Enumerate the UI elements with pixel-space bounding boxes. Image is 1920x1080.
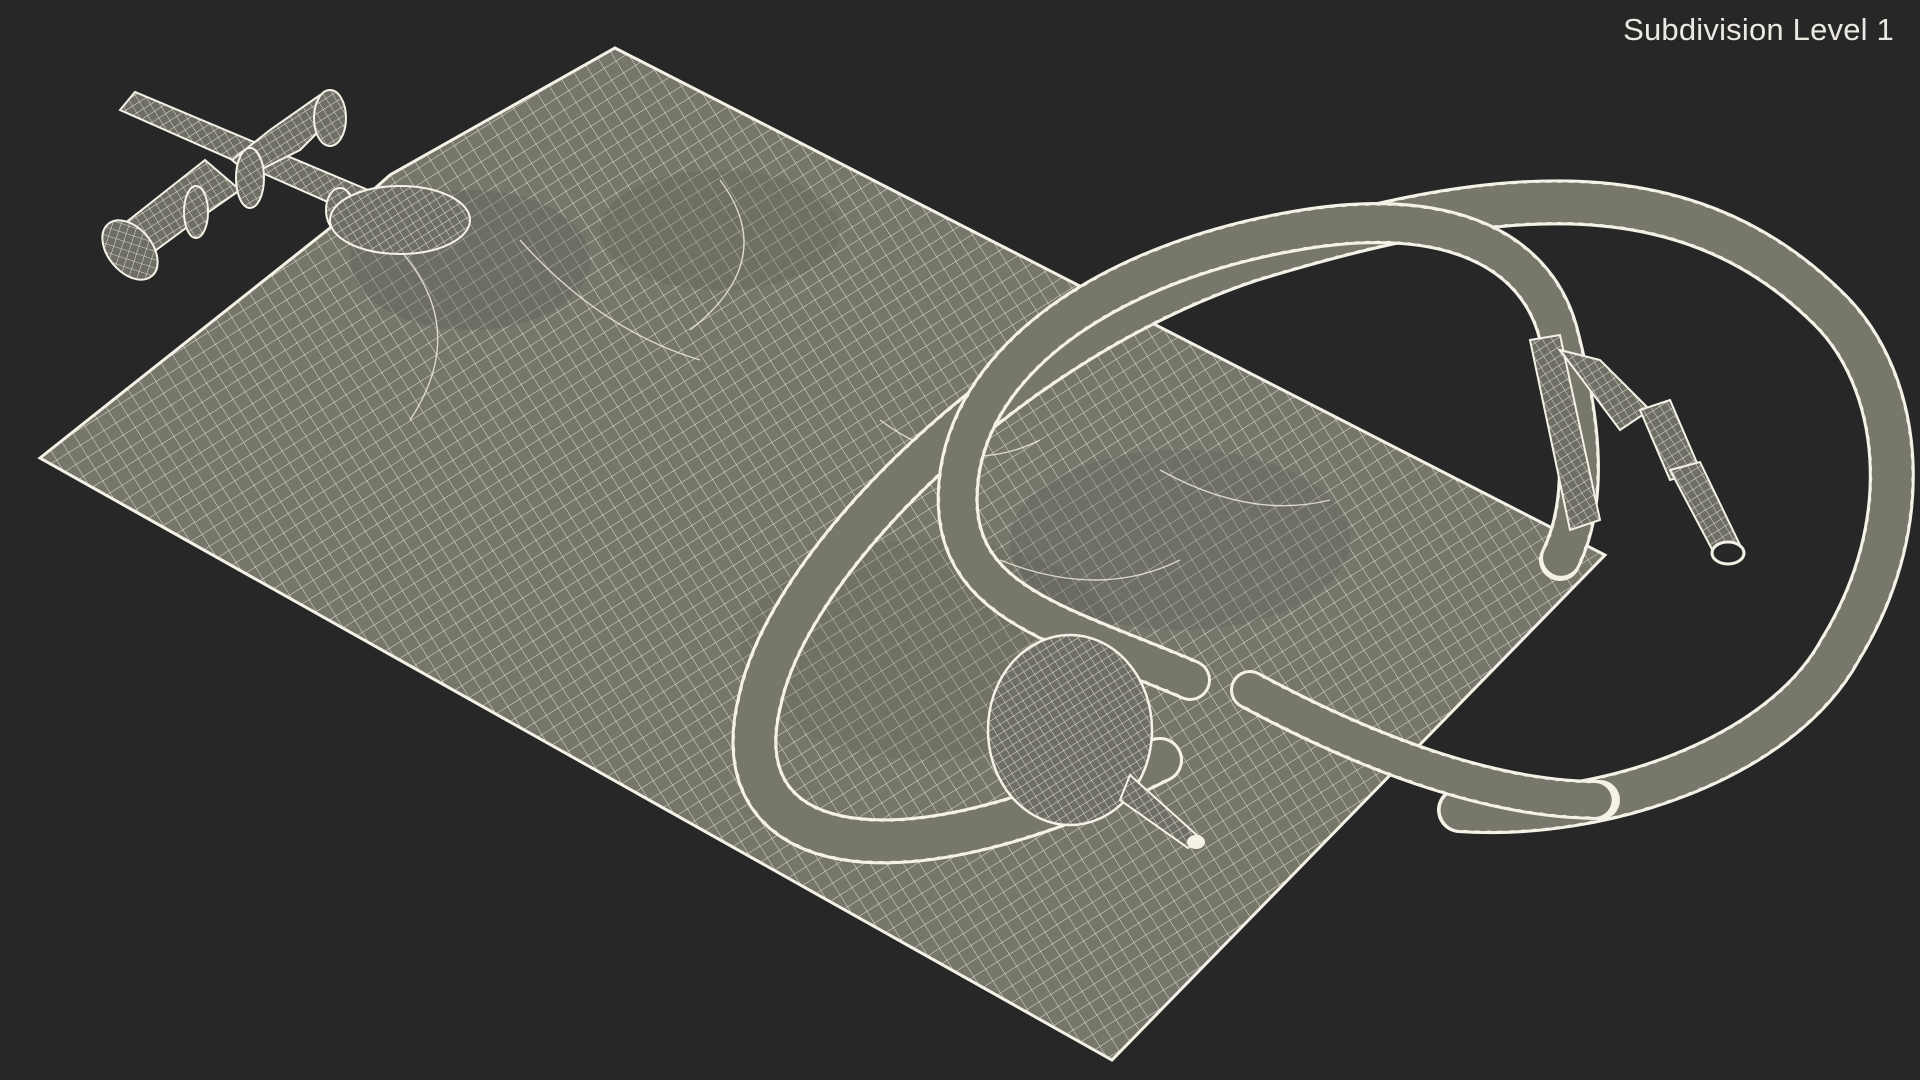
3d-viewport[interactable]: Subdivision Level 1	[0, 0, 1920, 1080]
wireframe-render	[37, 46, 1915, 1062]
subdivision-level-label: Subdivision Level 1	[1623, 12, 1894, 47]
